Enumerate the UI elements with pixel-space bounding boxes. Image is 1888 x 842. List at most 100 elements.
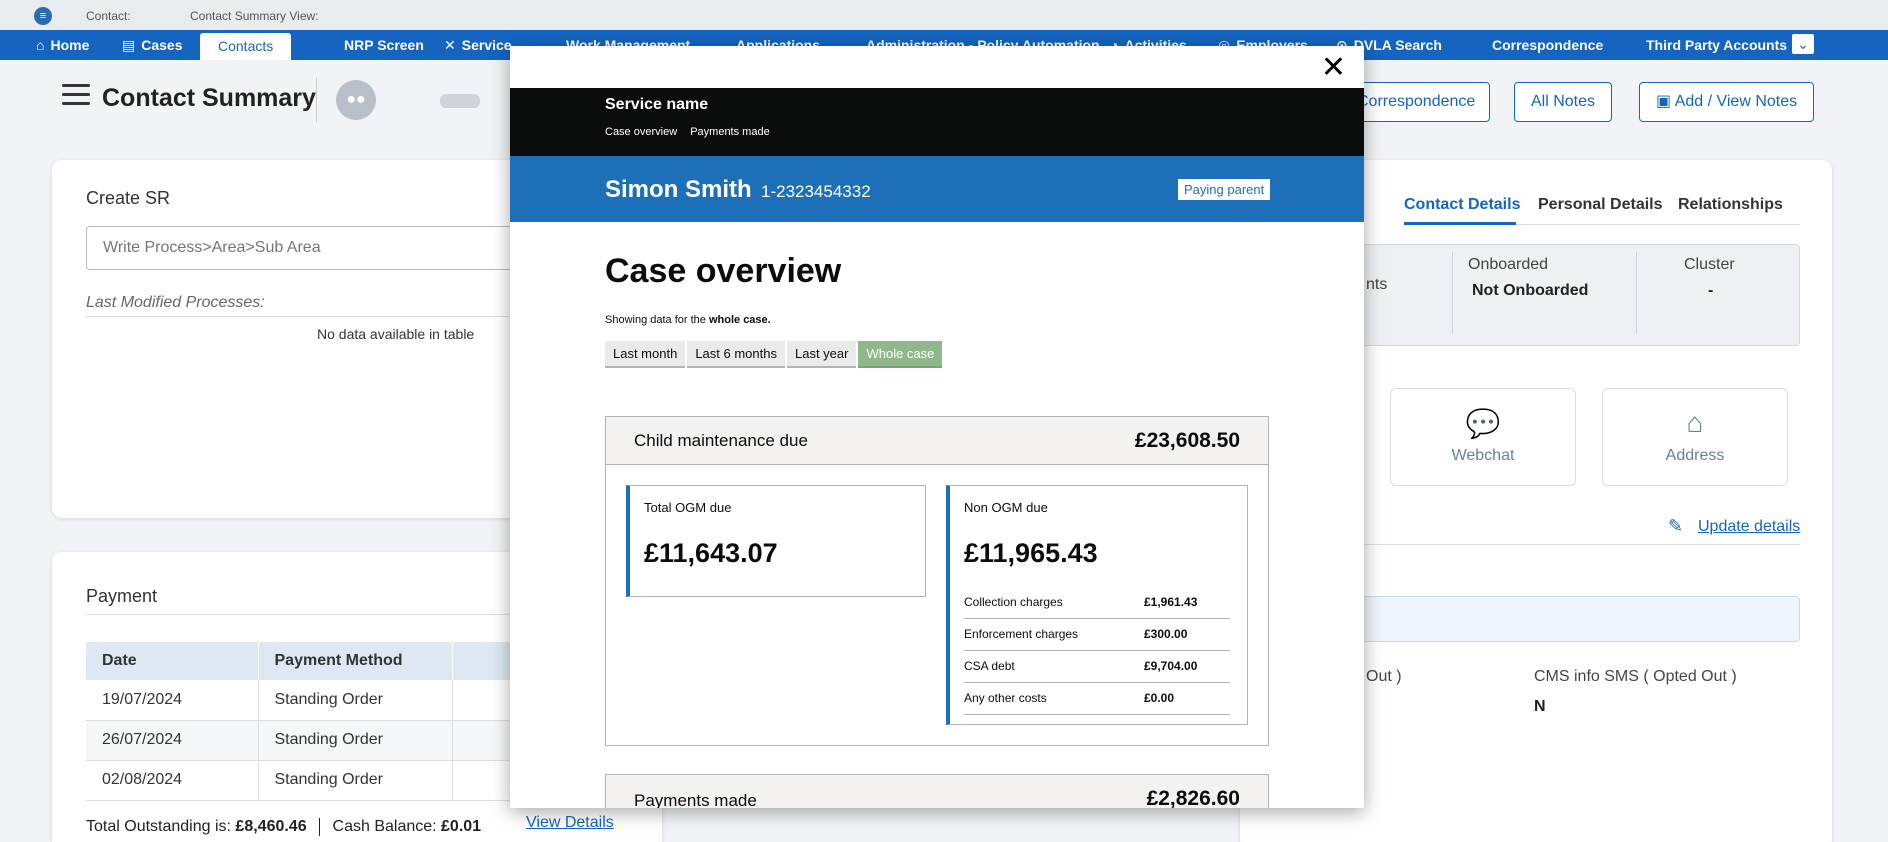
hamburger-menu-icon[interactable]: [62, 84, 90, 106]
app-menu-icon[interactable]: ≡: [34, 7, 52, 25]
cluster-value: -: [1708, 282, 1714, 299]
breakdown-label: Enforcement charges: [964, 618, 1144, 651]
update-details-link[interactable]: Update details: [1698, 518, 1800, 536]
tab-relationships[interactable]: Relationships: [1678, 196, 1783, 214]
showing-scope: whole case.: [708, 314, 771, 326]
payment-date: 19/07/2024: [86, 680, 259, 721]
nav-correspondence[interactable]: Correspondence: [1492, 30, 1603, 60]
list-item: Any other costs £0.00: [964, 682, 1230, 715]
cms-sms-value: N: [1534, 698, 1546, 715]
list-item: Collection charges £1,961.43: [964, 586, 1230, 619]
sr-process-input[interactable]: [86, 226, 566, 270]
outstanding-label: Total Outstanding is:: [86, 818, 231, 836]
nav-nrp-screen[interactable]: NRP Screen: [344, 30, 424, 60]
breakdown-value: £9,704.00: [1144, 650, 1230, 683]
address-tile[interactable]: ⌂ Address: [1602, 388, 1788, 486]
filter-last-year[interactable]: Last year: [786, 341, 857, 368]
home-icon: ⌂: [36, 37, 45, 53]
separator: [319, 818, 321, 836]
total-ogm-label: Total OGM due: [644, 500, 732, 515]
showing-prefix: Showing data for the: [605, 314, 706, 326]
person-name: Simon Smith: [605, 176, 752, 203]
create-sr-card: Create SR Last Modified Processes: No da…: [52, 160, 572, 518]
breakdown-label: CSA debt: [964, 650, 1144, 683]
nav-more-chevron-icon[interactable]: ⌄: [1792, 34, 1814, 54]
page-title: Contact Summary: [102, 84, 316, 112]
tools-icon: ✕: [444, 37, 456, 53]
onboarded-value: Not Onboarded: [1472, 282, 1589, 299]
payment-method: Standing Order: [258, 680, 453, 721]
person-banner: Simon Smith 1-2323454332 Paying parent: [510, 156, 1364, 222]
filter-whole-case[interactable]: Whole case: [858, 341, 943, 368]
payments-made-label: Payments made: [634, 791, 757, 808]
cash-balance-label: Cash Balance:: [332, 818, 437, 836]
address-label: Address: [1665, 447, 1725, 464]
breadcrumb-contact[interactable]: Contact:: [86, 9, 131, 23]
webchat-tile[interactable]: 💬 Webchat: [1390, 388, 1576, 486]
payments-made-section: Payments made £2,826.60: [605, 774, 1269, 808]
cases-icon: ▤: [122, 37, 136, 53]
case-overview-heading: Case overview: [605, 252, 842, 290]
active-tab-indicator: [1404, 222, 1516, 225]
add-view-notes-button[interactable]: ▣ Add / View Notes: [1639, 82, 1815, 122]
redacted-contact-name: [440, 94, 480, 108]
child-maintenance-value: £23,608.50: [1134, 429, 1240, 452]
child-maintenance-label: Child maintenance due: [634, 431, 808, 450]
empty-table-message: No data available in table: [317, 326, 475, 342]
non-ogm-panel: Non OGM due £11,965.43 Collection charge…: [946, 485, 1248, 725]
filter-last-month[interactable]: Last month: [605, 341, 686, 368]
showing-data-text: Showing data for the whole case.: [605, 314, 771, 326]
address-icon: ⌂: [1686, 407, 1704, 438]
edit-icon: ✎: [1668, 516, 1684, 536]
opt-out-label-partial: Out ): [1366, 668, 1402, 685]
nav-third-party-accounts[interactable]: Third Party Accounts: [1646, 30, 1787, 60]
breakdown-label: Collection charges: [964, 586, 1144, 619]
service-header: Service name Case overview Payments made: [510, 88, 1364, 156]
outstanding-value: £8,460.46: [235, 818, 307, 836]
child-maintenance-section: Child maintenance due £23,608.50 Total O…: [605, 416, 1269, 746]
breakdown-value: £1,961.43: [1144, 586, 1230, 619]
filter-last-6-months[interactable]: Last 6 months: [687, 341, 785, 368]
case-overview-modal: ✕ Service name Case overview Payments ma…: [510, 46, 1364, 808]
person-id: 1-2323454332: [761, 182, 871, 201]
all-notes-button[interactable]: All Notes: [1514, 82, 1613, 122]
notes-icon: ▣: [1656, 93, 1675, 110]
cluster-label: Cluster: [1684, 256, 1735, 273]
tab-personal-details[interactable]: Personal Details: [1538, 196, 1663, 214]
list-item: CSA debt £9,704.00: [964, 650, 1230, 683]
divider: [86, 316, 566, 317]
breakdown-value: £0.00: [1144, 682, 1230, 715]
column-header-date[interactable]: Date: [86, 642, 259, 680]
webchat-icon: 💬: [1465, 408, 1501, 439]
breakdown-label: Any other costs: [964, 682, 1144, 715]
payment-date: 26/07/2024: [86, 720, 259, 761]
nav-home[interactable]: ⌂ Home: [36, 30, 89, 60]
divider: [1636, 252, 1637, 334]
link-payments-made[interactable]: Payments made: [690, 126, 769, 138]
close-icon[interactable]: ✕: [1321, 50, 1346, 86]
tab-contact-details[interactable]: Contact Details: [1404, 196, 1520, 214]
divider: [1452, 252, 1453, 334]
partial-label: nts: [1366, 276, 1388, 293]
service-nav: Case overview Payments made: [605, 126, 780, 138]
title-divider: [316, 78, 317, 122]
payment-method: Standing Order: [258, 720, 453, 761]
non-ogm-label: Non OGM due: [964, 500, 1048, 515]
onboarded-label: Onboarded: [1468, 256, 1549, 273]
period-filter: Last month Last 6 months Last year Whole ca…: [605, 341, 944, 368]
nav-contacts[interactable]: Contacts: [200, 33, 292, 60]
nav-service[interactable]: ✕ Service: [444, 30, 512, 60]
webchat-label: Webchat: [1451, 447, 1515, 464]
payments-made-value: £2,826.60: [1146, 787, 1240, 808]
nav-cases[interactable]: ▤ Cases: [122, 30, 183, 60]
child-maintenance-header: Child maintenance due £23,608.50: [606, 417, 1268, 465]
link-case-overview[interactable]: Case overview: [605, 126, 677, 138]
column-header-payment-method[interactable]: Payment Method: [258, 642, 453, 680]
contact-avatar-icon: ●●: [336, 80, 376, 120]
view-details-link[interactable]: View Details: [526, 814, 614, 832]
breadcrumb-contact-summary-view[interactable]: Contact Summary View:: [190, 9, 319, 23]
breakdown-value: £300.00: [1144, 618, 1230, 651]
non-ogm-breakdown: Collection charges £1,961.43 Enforcement …: [964, 586, 1230, 715]
payment-totals: Total Outstanding is: £8,460.46 Cash Bal…: [86, 818, 481, 836]
non-ogm-value: £11,965.43: [964, 538, 1098, 568]
